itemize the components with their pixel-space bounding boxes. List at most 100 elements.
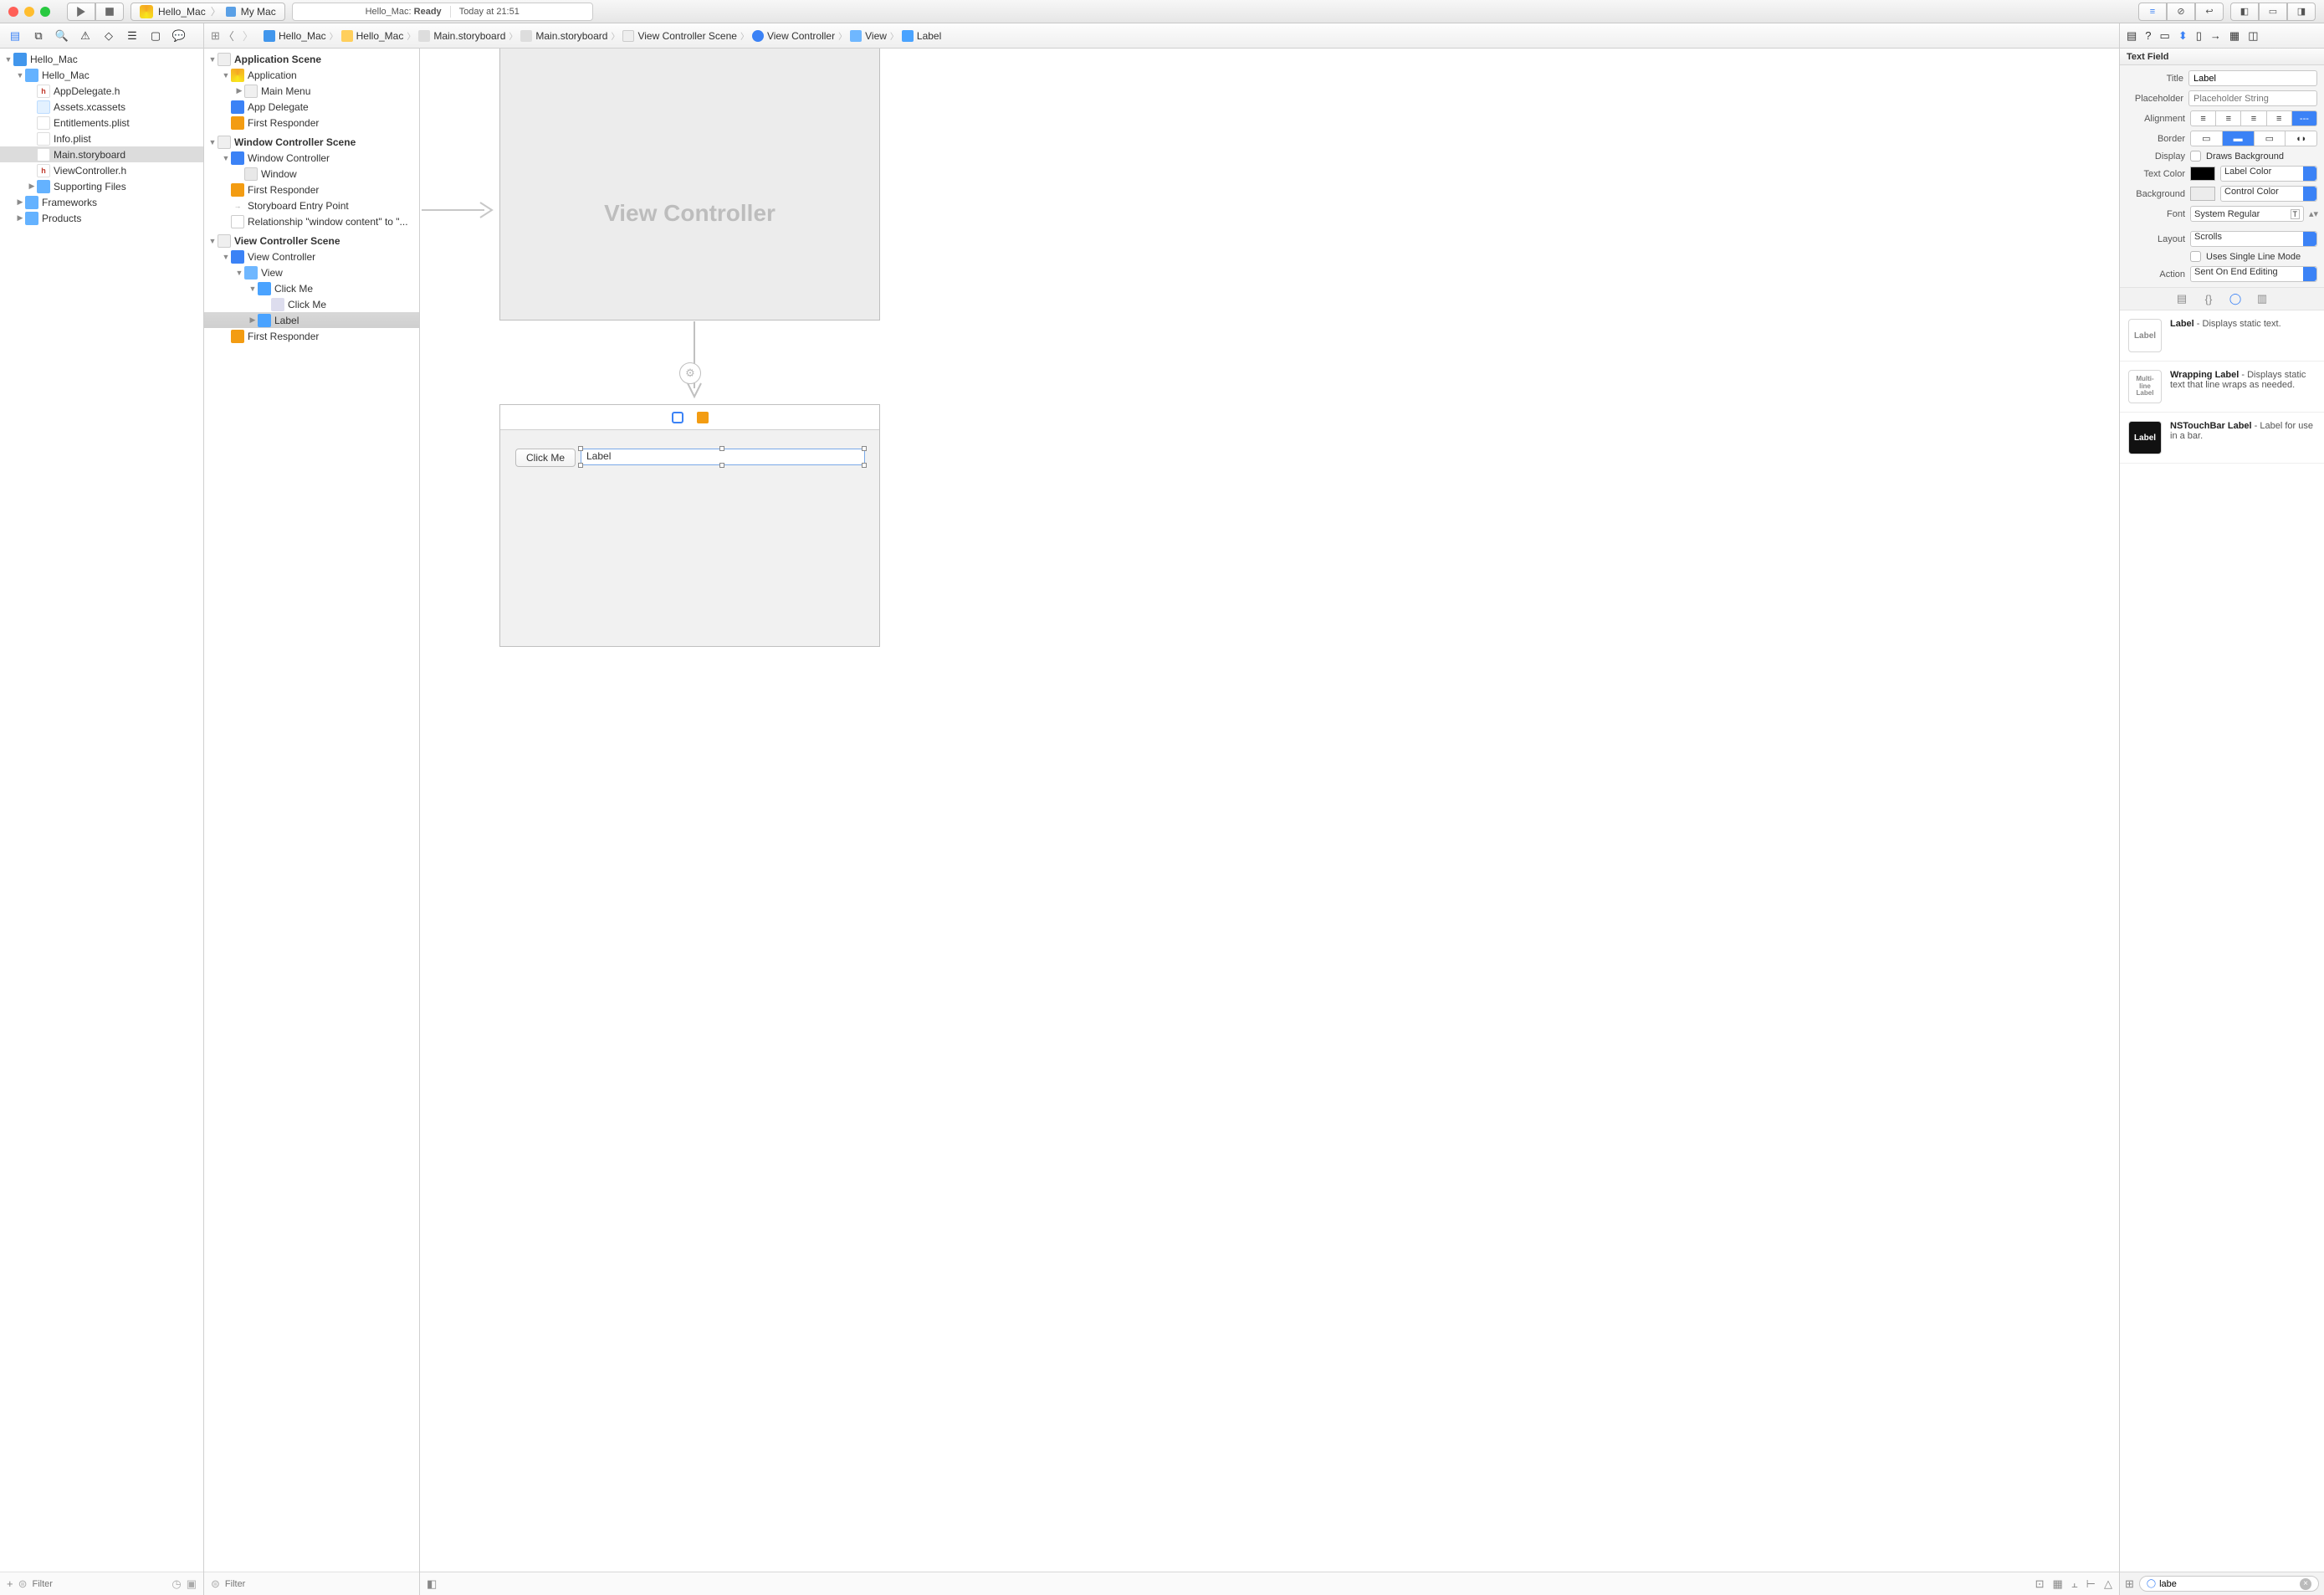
textcolor-swatch[interactable] (2190, 167, 2215, 181)
find-navigator-tab[interactable]: 🔍 (55, 29, 69, 43)
object-library[interactable]: Label Label - Displays static text. Mult… (2120, 310, 2324, 1572)
file-row-info[interactable]: Info.plist (0, 131, 203, 146)
file-row-assets[interactable]: Assets.xcassets (0, 99, 203, 115)
layout-select[interactable]: Scrolls (2190, 231, 2317, 247)
identity-inspector-tab[interactable]: ▭ (2160, 29, 2170, 43)
library-search-input[interactable] (2159, 1579, 2296, 1589)
embed-button[interactable]: ▦ (2052, 1577, 2062, 1591)
bindings-inspector-tab[interactable]: ▦ (2229, 29, 2240, 43)
textcolor-select[interactable]: Label Color (2220, 166, 2317, 182)
group-row-supporting[interactable]: ▶Supporting Files (0, 178, 203, 194)
view-controller-scene-canvas[interactable]: Click Me Label (499, 404, 880, 647)
navigator-filter-input[interactable] (33, 1579, 167, 1589)
scene-header-window[interactable]: ▼Window Controller Scene (204, 134, 419, 150)
border-none-button[interactable]: ▭ (2190, 131, 2223, 146)
background-swatch[interactable] (2190, 187, 2215, 201)
outline-item-windowcontroller[interactable]: ▼Window Controller (204, 150, 419, 166)
file-row-storyboard[interactable]: Main.storyboard (0, 146, 203, 162)
viewcontroller-dock-icon[interactable] (672, 412, 683, 423)
interface-builder-canvas[interactable]: View Controller ⚙ Click Me Label (420, 49, 2119, 1595)
file-inspector-tab[interactable]: ▤ (2127, 29, 2137, 43)
library-item-label[interactable]: Label Label - Displays static text. (2120, 310, 2324, 362)
media-library-tab[interactable]: ▥ (2255, 291, 2270, 306)
library-item-touchbar-label[interactable]: Label NSTouchBar Label - Label for use i… (2120, 413, 2324, 464)
draws-background-checkbox[interactable] (2190, 151, 2201, 162)
resize-handle[interactable] (862, 463, 867, 468)
file-row-viewcontroller[interactable]: hViewController.h (0, 162, 203, 178)
attr-placeholder-input[interactable] (2188, 90, 2317, 106)
align-button[interactable]: ⫠ (2071, 1577, 2078, 1591)
connections-inspector-tab[interactable]: → (2210, 29, 2221, 42)
stop-button[interactable] (95, 3, 124, 21)
project-tree[interactable]: ▼Hello_Mac ▼Hello_Mac hAppDelegate.h Ass… (0, 49, 203, 1572)
border-segmented[interactable]: ▭ ▬ ▭ ◖◗ (2190, 131, 2317, 146)
border-line-button[interactable]: ▬ (2223, 131, 2255, 146)
back-button[interactable]: 〈 (223, 28, 234, 44)
outline-item-window[interactable]: Window (204, 166, 419, 182)
file-row-entitlements[interactable]: Entitlements.plist (0, 115, 203, 131)
assistant-editor-button[interactable]: ⊘ (2167, 3, 2195, 21)
outline-item-application[interactable]: ▼Application (204, 67, 419, 83)
close-window-button[interactable] (8, 7, 18, 17)
outline-item-mainmenu[interactable]: ▶Main Menu (204, 83, 419, 99)
project-root-row[interactable]: ▼Hello_Mac (0, 51, 203, 67)
standard-editor-button[interactable]: ≡ (2138, 3, 2167, 21)
resize-handle[interactable] (578, 463, 583, 468)
effects-inspector-tab[interactable]: ◫ (2248, 29, 2258, 43)
font-stepper[interactable]: ▴▾ (2309, 208, 2317, 219)
recent-filter-button[interactable]: ◷ (171, 1577, 181, 1591)
view-content[interactable]: Click Me Label (500, 430, 879, 646)
border-bezel-button[interactable]: ▭ (2255, 131, 2286, 146)
size-inspector-tab[interactable]: ▯ (2196, 29, 2202, 43)
resize-handle[interactable] (578, 446, 583, 451)
font-picker-button[interactable]: T (2291, 209, 2301, 219)
code-snippet-library-tab[interactable]: {} (2201, 291, 2216, 306)
outline-item-firstresponder3[interactable]: First Responder (204, 328, 419, 344)
outline-item-firstresponder[interactable]: First Responder (204, 115, 419, 131)
report-navigator-tab[interactable]: 💬 (172, 29, 186, 43)
library-view-mode-button[interactable]: ⊞ (2125, 1577, 2134, 1591)
firstresponder-dock-icon[interactable] (697, 412, 709, 423)
toggle-debug-button[interactable]: ▭ (2259, 3, 2287, 21)
align-left-button[interactable]: ≡ (2190, 110, 2216, 126)
align-justify-button[interactable]: ≡ (2267, 110, 2292, 126)
scene-header-viewcontroller[interactable]: ▼View Controller Scene (204, 233, 419, 249)
outline-item-entrypoint[interactable]: →Storyboard Entry Point (204, 197, 419, 213)
singleline-checkbox[interactable] (2190, 251, 2201, 262)
resize-handle[interactable] (862, 446, 867, 451)
canvas-button-clickme[interactable]: Click Me (515, 449, 576, 467)
forward-button[interactable]: 〉 (243, 28, 253, 44)
attr-title-input[interactable] (2188, 70, 2317, 86)
project-navigator-tab[interactable]: ▤ (8, 29, 22, 43)
window-controller-scene-canvas[interactable]: View Controller (499, 49, 880, 321)
font-select[interactable]: System RegularT (2190, 206, 2304, 222)
toggle-inspector-button[interactable]: ◨ (2287, 3, 2316, 21)
resolve-issues-button[interactable]: △ (2104, 1577, 2112, 1591)
outline-item-viewcontroller[interactable]: ▼View Controller (204, 249, 419, 264)
pin-button[interactable]: ⊢ (2086, 1577, 2096, 1591)
related-items-button[interactable]: ⊞ (211, 29, 220, 43)
border-rounded-button[interactable]: ◖◗ (2286, 131, 2317, 146)
minimize-window-button[interactable] (24, 7, 34, 17)
group-row[interactable]: ▼Hello_Mac (0, 67, 203, 83)
version-editor-button[interactable]: ↩ (2195, 3, 2224, 21)
debug-navigator-tab[interactable]: ☰ (125, 29, 139, 43)
object-library-tab[interactable]: ◯ (2228, 291, 2243, 306)
issue-navigator-tab[interactable]: ⚠ (79, 29, 92, 43)
segue-icon[interactable]: ⚙ (679, 362, 701, 384)
align-center-button[interactable]: ≡ (2216, 110, 2241, 126)
resize-handle[interactable] (719, 463, 724, 468)
alignment-segmented[interactable]: ≡ ≡ ≡ ≡ --- (2190, 110, 2317, 126)
outline-item-relationship[interactable]: Relationship "window content" to "... (204, 213, 419, 229)
add-button[interactable]: + (7, 1577, 13, 1590)
run-button[interactable] (67, 3, 95, 21)
resize-handle[interactable] (719, 446, 724, 451)
background-select[interactable]: Control Color (2220, 186, 2317, 202)
toggle-navigator-button[interactable]: ◧ (2230, 3, 2259, 21)
outline-filter-input[interactable] (225, 1579, 412, 1589)
test-navigator-tab[interactable]: ◇ (102, 29, 115, 43)
scheme-selector[interactable]: Hello_Mac 〉 My Mac (131, 3, 285, 21)
outline-item-appdelegate[interactable]: App Delegate (204, 99, 419, 115)
file-row-appdelegate[interactable]: hAppDelegate.h (0, 83, 203, 99)
update-frames-button[interactable]: ⊡ (2035, 1577, 2045, 1591)
